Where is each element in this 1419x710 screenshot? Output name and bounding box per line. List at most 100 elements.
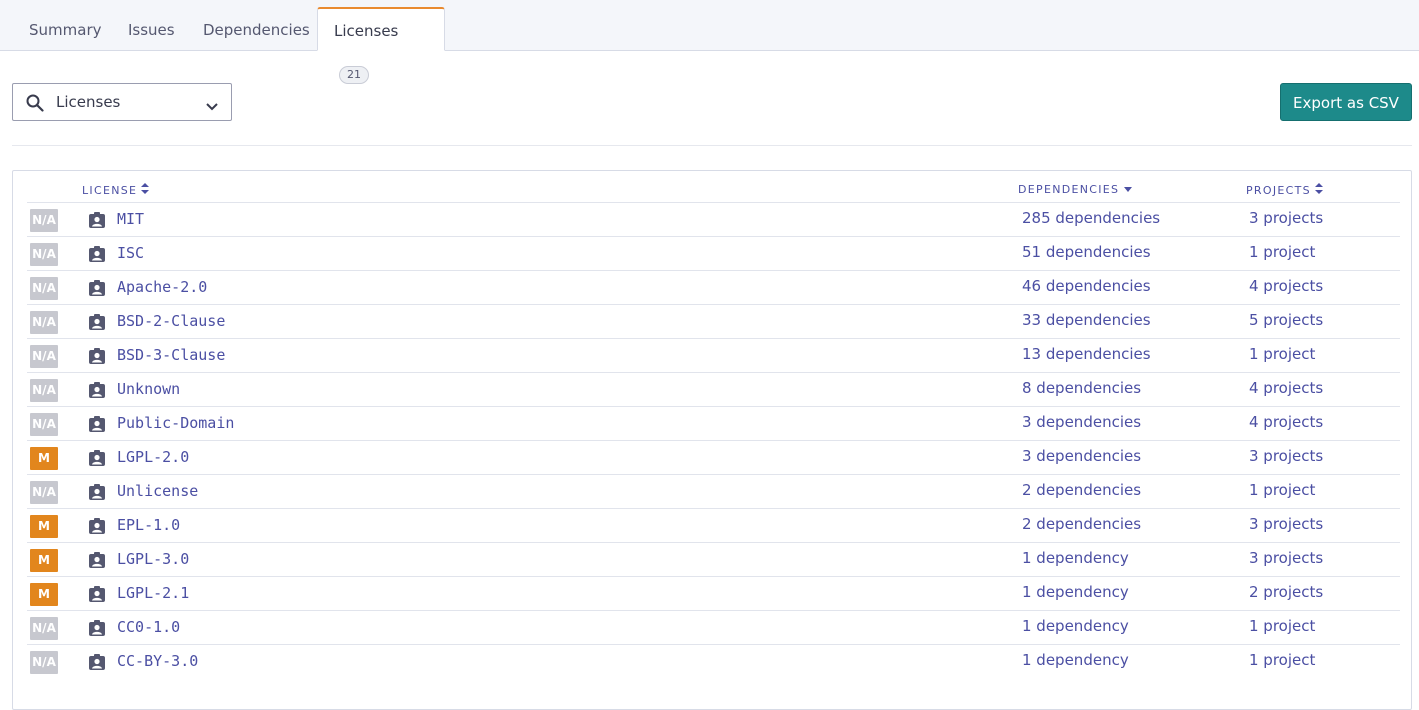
table-row: N/A CC-BY-3.0 1 dependency 1 project [27,644,1400,679]
sort-icon [1314,183,1323,194]
license-name-link[interactable]: BSD-2-Clause [117,312,225,330]
severity-badge: N/A [30,209,58,232]
dependencies-count-link[interactable]: 51 dependencies [1022,243,1151,261]
license-icon [88,211,106,233]
license-icon [88,245,106,267]
header-label: LICENSE [82,184,138,197]
table-row: N/A CC0-1.0 1 dependency 1 project [27,610,1400,645]
table-row: N/A BSD-3-Clause 13 dependencies 1 project [27,338,1400,373]
projects-column-header[interactable]: PROJECTS [1246,183,1323,197]
projects-count-link[interactable]: 1 project [1249,651,1315,669]
dependencies-count-link[interactable]: 1 dependency [1022,583,1129,601]
export-csv-button[interactable]: Export as CSV [1280,83,1412,121]
severity-badge: N/A [30,651,58,674]
projects-count-link[interactable]: 1 project [1249,481,1315,499]
severity-badge: N/A [30,345,58,368]
severity-badge: N/A [30,277,58,300]
sort-desc-icon [1124,187,1133,192]
license-name-link[interactable]: LGPL-2.0 [117,448,189,466]
license-icon [88,517,106,539]
license-icon [88,347,106,369]
header-label: DEPENDENCIES [1018,183,1120,196]
tab-issues[interactable]: Issues [116,7,187,50]
table-row: N/A MIT 285 dependencies 3 projects [27,202,1400,237]
chevron-down-icon [205,97,219,116]
table-row: M LGPL-2.1 1 dependency 2 projects [27,576,1400,611]
license-column-header[interactable]: LICENSE [82,183,150,197]
license-icon [88,585,106,607]
tab-dependencies[interactable]: Dependencies [191,7,322,50]
dependencies-count-link[interactable]: 3 dependencies [1022,447,1141,465]
projects-count-link[interactable]: 3 projects [1249,549,1323,567]
severity-badge: N/A [30,311,58,334]
projects-count-link[interactable]: 3 projects [1249,209,1323,227]
projects-count-link[interactable]: 1 project [1249,243,1315,261]
license-name-link[interactable]: LGPL-3.0 [117,550,189,568]
projects-count-link[interactable]: 2 projects [1249,583,1323,601]
license-filter-dropdown[interactable]: Licenses [12,83,232,121]
sort-icon [141,183,150,194]
projects-count-link[interactable]: 3 projects [1249,515,1323,533]
filter-label: Licenses [56,93,121,111]
dependencies-count-link[interactable]: 13 dependencies [1022,345,1151,363]
table-row: M EPL-1.0 2 dependencies 3 projects [27,508,1400,543]
tab-licenses[interactable]: Licenses 21 [317,7,445,84]
tab-label: Summary [29,21,102,39]
projects-count-link[interactable]: 4 projects [1249,413,1323,431]
dependencies-count-link[interactable]: 1 dependency [1022,549,1129,567]
projects-count-link[interactable]: 1 project [1249,345,1315,363]
dependencies-count-link[interactable]: 33 dependencies [1022,311,1151,329]
license-icon [88,619,106,641]
license-name-link[interactable]: Unlicense [117,482,198,500]
severity-badge: M [30,515,58,538]
header-label: PROJECTS [1246,184,1311,197]
license-name-link[interactable]: CC-BY-3.0 [117,652,198,670]
license-name-link[interactable]: Apache-2.0 [117,278,207,296]
table-row: M LGPL-3.0 1 dependency 3 projects [27,542,1400,577]
dependencies-column-header[interactable]: DEPENDENCIES [1018,183,1133,196]
license-icon [88,551,106,573]
severity-badge: N/A [30,481,58,504]
license-name-link[interactable]: EPL-1.0 [117,516,180,534]
dependencies-count-link[interactable]: 46 dependencies [1022,277,1151,295]
tab-label: Licenses [334,22,399,40]
table-row: N/A Unlicense 2 dependencies 1 project [27,474,1400,509]
license-icon [88,449,106,471]
table-row: N/A Public-Domain 3 dependencies 4 projects [27,406,1400,441]
license-name-link[interactable]: Public-Domain [117,414,234,432]
dependencies-count-link[interactable]: 2 dependencies [1022,481,1141,499]
projects-count-link[interactable]: 5 projects [1249,311,1323,329]
table-row: M LGPL-2.0 3 dependencies 3 projects [27,440,1400,475]
projects-count-link[interactable]: 3 projects [1249,447,1323,465]
severity-badge: N/A [30,413,58,436]
tab-label: Dependencies [203,21,310,39]
license-icon [88,483,106,505]
search-icon [26,94,44,116]
license-name-link[interactable]: BSD-3-Clause [117,346,225,364]
severity-badge: N/A [30,617,58,640]
license-icon [88,653,106,675]
projects-count-link[interactable]: 1 project [1249,617,1315,635]
divider [12,145,1412,146]
dependencies-count-link[interactable]: 1 dependency [1022,651,1129,669]
license-name-link[interactable]: MIT [117,210,144,228]
severity-badge: N/A [30,243,58,266]
dependencies-count-link[interactable]: 285 dependencies [1022,209,1160,227]
severity-badge: M [30,583,58,606]
license-name-link[interactable]: ISC [117,244,144,262]
dependencies-count-link[interactable]: 1 dependency [1022,617,1129,635]
severity-badge: M [30,447,58,470]
license-name-link[interactable]: Unknown [117,380,180,398]
tab-summary[interactable]: Summary [17,7,114,50]
dependencies-count-link[interactable]: 2 dependencies [1022,515,1141,533]
table-row: N/A Unknown 8 dependencies 4 projects [27,372,1400,407]
projects-count-link[interactable]: 4 projects [1249,277,1323,295]
dependencies-count-link[interactable]: 8 dependencies [1022,379,1141,397]
projects-count-link[interactable]: 4 projects [1249,379,1323,397]
license-name-link[interactable]: LGPL-2.1 [117,584,189,602]
license-icon [88,279,106,301]
table-row: N/A ISC 51 dependencies 1 project [27,236,1400,271]
dependencies-count-link[interactable]: 3 dependencies [1022,413,1141,431]
license-icon [88,381,106,403]
license-name-link[interactable]: CC0-1.0 [117,618,180,636]
